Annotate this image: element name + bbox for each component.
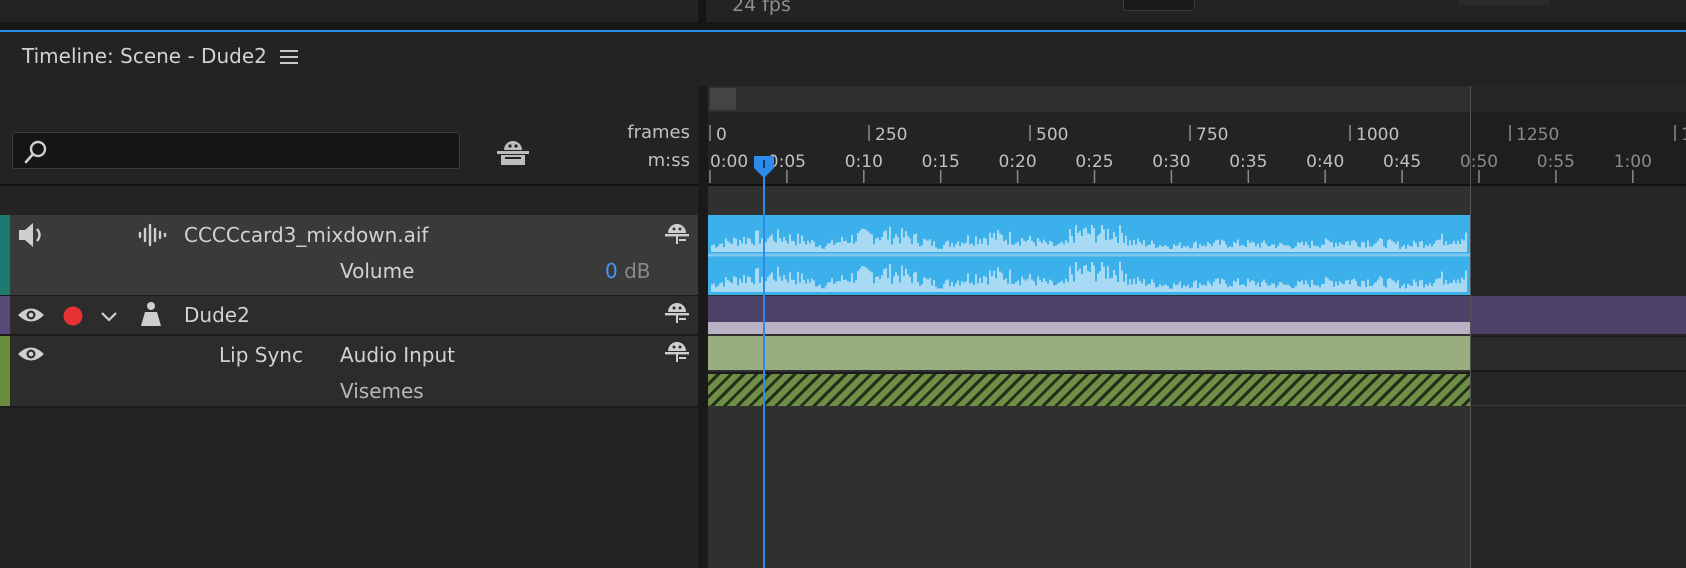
speaker-icon[interactable] [17, 221, 49, 249]
visemes-label: Visemes [340, 379, 424, 403]
chevron-down-icon[interactable] [99, 309, 119, 323]
panel-divider[interactable] [698, 86, 708, 568]
scene-end-line [1470, 86, 1471, 568]
pin-icon[interactable] [664, 341, 690, 363]
frame-tick-label: 750 [1196, 125, 1228, 145]
playhead-line[interactable] [763, 158, 765, 568]
time-tick-label: 0:15 [922, 152, 960, 172]
time-tick-label: 0:40 [1306, 152, 1344, 172]
playhead-handle[interactable] [753, 154, 775, 180]
visemes-track-ext [1470, 370, 1686, 406]
eye-icon[interactable] [17, 345, 45, 363]
volume-value[interactable]: 0 dB [605, 259, 651, 283]
volume-number[interactable]: 0 [605, 259, 618, 283]
time-tick-label: 0:50 [1460, 152, 1498, 172]
audio-layer-name[interactable]: CCCCcard3_mixdown.aif [184, 223, 428, 247]
frame-tick-label: 0 [716, 125, 727, 145]
time-ruler[interactable]: 0250500750100012501 0:000:050:100:150:20… [0, 0, 1686, 186]
time-tick-label: 0:55 [1537, 152, 1575, 172]
frame-tick-label: 1000 [1356, 125, 1399, 145]
time-tick-label: 0:10 [845, 152, 883, 172]
waveform-icon [138, 223, 167, 247]
time-tick-label: 0:35 [1229, 152, 1267, 172]
time-tick-label: 0:00 [710, 152, 748, 172]
eye-icon[interactable] [17, 306, 45, 324]
behavior-name[interactable]: Lip Sync [219, 343, 303, 367]
audio-input-track[interactable] [708, 336, 1470, 370]
layer-color-audio [0, 215, 10, 295]
pin-icon[interactable] [664, 223, 690, 245]
puppet-icon [141, 302, 161, 326]
frame-tick-label: 1 [1681, 125, 1686, 145]
layer-color-puppet [0, 296, 10, 334]
time-tick-label: 0:25 [1075, 152, 1113, 172]
time-tick-label: 0:45 [1383, 152, 1421, 172]
puppet-layer-name[interactable]: Dude2 [184, 303, 250, 327]
record-arm-icon[interactable] [62, 305, 84, 327]
audio-waveform [708, 225, 1470, 292]
frame-tick-label: 250 [875, 125, 907, 145]
frame-tick-label: 1250 [1516, 125, 1559, 145]
pin-icon[interactable] [664, 302, 690, 324]
audio-input-track-ext [1470, 336, 1686, 371]
time-tick-label: 0:20 [999, 152, 1037, 172]
volume-label: Volume [340, 259, 415, 283]
time-tick-label: 0:30 [1152, 152, 1190, 172]
audio-input-label: Audio Input [340, 343, 455, 367]
volume-unit: dB [624, 259, 651, 283]
time-tick-label: 1:00 [1614, 152, 1652, 172]
visemes-track[interactable] [708, 372, 1470, 406]
puppet-track-bar[interactable] [708, 322, 1470, 334]
layer-color-lipsync [0, 336, 10, 406]
frame-tick-label: 500 [1036, 125, 1068, 145]
